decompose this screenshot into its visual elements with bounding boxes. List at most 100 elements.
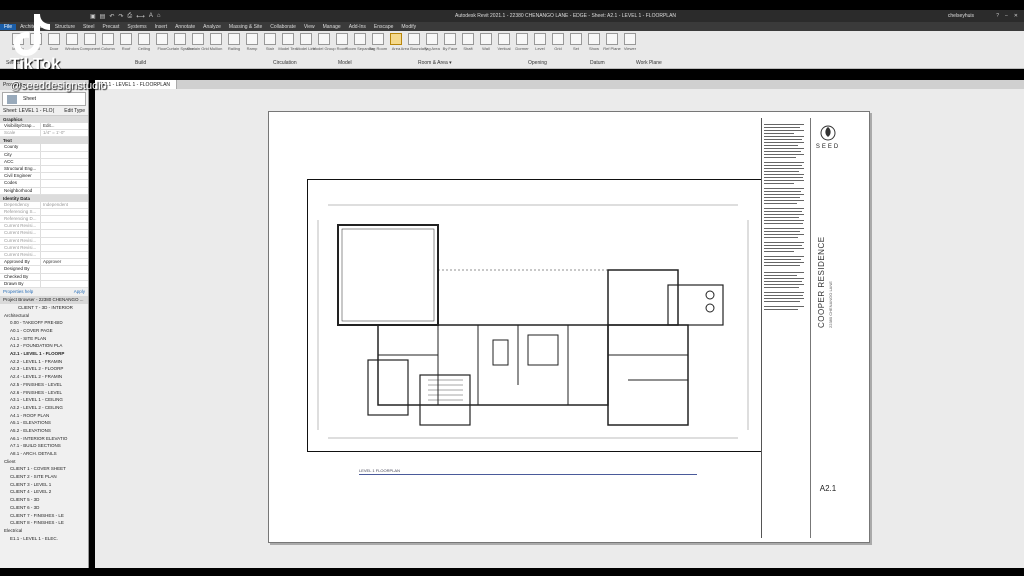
browser-item[interactable]: CLIENT 7 - FINISHES - LE xyxy=(0,512,88,520)
browser-item[interactable]: CLIENT 6 - 3D xyxy=(0,504,88,512)
tool-model-text[interactable]: Model Text xyxy=(278,33,298,57)
browser-item[interactable]: CLIENT 7 - 3D - INTERIOR xyxy=(0,304,88,312)
tool-wall[interactable]: Wall xyxy=(478,33,494,57)
tool-tag-area[interactable]: Tag Area xyxy=(424,33,440,57)
browser-item[interactable]: A2.2 - LEVEL 1 - FRAMIN xyxy=(0,358,88,366)
prop-section-text[interactable]: Text xyxy=(0,137,88,145)
tool-ceiling[interactable]: Ceiling xyxy=(136,33,152,57)
tool-model-line[interactable]: Model Line xyxy=(296,33,316,57)
browser-item[interactable]: A1.1 - SITE PLAN xyxy=(0,335,88,343)
help-icon[interactable]: ? xyxy=(996,13,999,19)
tool-stair[interactable]: Stair xyxy=(262,33,278,57)
tool-window[interactable]: Window xyxy=(64,33,80,57)
tool-railing[interactable]: Railing xyxy=(226,33,242,57)
ribbon-tab-precast[interactable]: Precast xyxy=(98,24,123,30)
ribbon-tab-structure[interactable]: Structure xyxy=(51,24,79,30)
browser-item[interactable]: A6.1 - INTERIOR ELEVATIO xyxy=(0,435,88,443)
prop-value[interactable] xyxy=(40,144,88,151)
measure-icon[interactable]: ⟷ xyxy=(136,13,145,20)
browser-item[interactable]: E1.1 - LEVEL 1 - ELEC. xyxy=(0,535,88,543)
prop-value[interactable] xyxy=(40,187,88,194)
3d-view-icon[interactable]: ⌂ xyxy=(157,13,161,20)
browser-item[interactable]: A7.1 - BUILD SECTIONS xyxy=(0,442,88,450)
tool-curtain-grid[interactable]: Curtain Grid xyxy=(187,33,209,57)
browser-item[interactable]: Client xyxy=(0,458,88,466)
browser-item[interactable]: Architectural xyxy=(0,312,88,320)
tool-vertical[interactable]: Vertical xyxy=(496,33,512,57)
tool-model-group[interactable]: Model Group xyxy=(312,33,336,57)
browser-item[interactable]: Electrical xyxy=(0,527,88,535)
sheet[interactable]: LEVEL 1 FLOORPLAN SEED COOPER RESIDENCE … xyxy=(268,111,870,543)
browser-item[interactable]: A2.4 - LEVEL 2 - FRAMIN xyxy=(0,373,88,381)
tool-ref-plane[interactable]: Ref Plane xyxy=(603,33,621,57)
browser-item[interactable]: A8.1 - ARCH. DETAILS xyxy=(0,450,88,458)
tool-tag-room[interactable]: Tag Room xyxy=(369,33,387,57)
browser-item[interactable]: CLIENT 8 - FINISHES - LE xyxy=(0,519,88,527)
tool-curtain-system[interactable]: Curtain System xyxy=(166,33,194,57)
tool-show[interactable]: Show xyxy=(586,33,602,57)
group-room-area[interactable]: Room & Area ▾ xyxy=(418,60,452,66)
browser-item[interactable]: A3.2 - LEVEL 2 - CEILING xyxy=(0,404,88,412)
tool-room-separator[interactable]: Room Separator xyxy=(345,33,375,57)
browser-item[interactable]: A5.1 - ELEVATIONS xyxy=(0,419,88,427)
undo-icon[interactable]: ↶ xyxy=(109,13,114,20)
prop-value[interactable] xyxy=(40,273,88,280)
tool-level[interactable]: Level xyxy=(532,33,548,57)
browser-item[interactable]: CLIENT 2 - SITE PLAN xyxy=(0,473,88,481)
prop-value[interactable] xyxy=(40,151,88,158)
tool-area[interactable]: Area xyxy=(388,33,404,57)
prop-value[interactable]: Edit... xyxy=(40,123,88,130)
tool-roof[interactable]: Roof xyxy=(118,33,134,57)
tool-dormer[interactable]: Dormer xyxy=(514,33,530,57)
save-icon[interactable]: ▤ xyxy=(100,13,106,20)
ribbon-tab-annotate[interactable]: Annotate xyxy=(171,24,199,30)
print-icon[interactable]: ⎙ xyxy=(127,13,132,20)
ribbon-tab-manage[interactable]: Manage xyxy=(319,24,345,30)
browser-item[interactable]: A5.2 - ELEVATIONS xyxy=(0,427,88,435)
prop-value[interactable] xyxy=(40,280,88,287)
floorplan-viewport[interactable] xyxy=(307,179,762,452)
ribbon-tab-systems[interactable]: Systems xyxy=(123,24,150,30)
tool-viewer[interactable]: Viewer xyxy=(622,33,638,57)
minimize-icon[interactable]: – xyxy=(1005,13,1008,19)
ribbon-tab-collaborate[interactable]: Collaborate xyxy=(266,24,300,30)
redo-icon[interactable]: ↷ xyxy=(118,13,123,20)
tool-room[interactable]: Room xyxy=(334,33,350,57)
tool-component[interactable]: Component xyxy=(80,33,100,57)
tool-grid[interactable]: Grid xyxy=(550,33,566,57)
tool-mullion[interactable]: Mullion xyxy=(208,33,224,57)
ribbon-tab-view[interactable]: View xyxy=(300,24,319,30)
browser-item[interactable]: A1.2 - FOUNDATION PLA xyxy=(0,342,88,350)
browser-item[interactable]: A2.5 - FINISHES - LEVEL xyxy=(0,381,88,389)
tool-by-face[interactable]: By Face xyxy=(442,33,458,57)
user-name[interactable]: chelseyhuis xyxy=(948,13,974,19)
ribbon-tab-massing-site[interactable]: Massing & Site xyxy=(225,24,266,30)
close-icon[interactable]: ✕ xyxy=(1014,13,1018,19)
browser-item[interactable]: A3.1 - LEVEL 1 - CEILING xyxy=(0,396,88,404)
type-selector[interactable]: Sheet xyxy=(2,92,86,106)
browser-item[interactable]: A2.1 - LEVEL 1 - FLOORP xyxy=(0,350,88,358)
browser-item[interactable]: A0.1 - COVER PAGE xyxy=(0,327,88,335)
ribbon-tab-modify[interactable]: Modify xyxy=(397,24,420,30)
tool-column[interactable]: Column xyxy=(100,33,116,57)
tool-ramp[interactable]: Ramp xyxy=(244,33,260,57)
browser-item[interactable]: CLIENT 1 - COVER SHEET xyxy=(0,465,88,473)
browser-item[interactable]: CLIENT 5 - 3D xyxy=(0,496,88,504)
prop-value[interactable] xyxy=(40,173,88,180)
browser-item[interactable]: A2.6 - FINISHES - LEVEL xyxy=(0,389,88,397)
prop-value[interactable] xyxy=(40,180,88,187)
instance-label[interactable]: Sheet: LEVEL 1 - FLO( xyxy=(3,108,54,115)
tool-floor[interactable]: Floor xyxy=(154,33,170,57)
open-icon[interactable]: ▣ xyxy=(90,13,96,20)
browser-item[interactable]: 0.00 - TAKEOFF PRE-BID xyxy=(0,319,88,327)
browser-item[interactable]: A4.1 - ROOF PLAN xyxy=(0,412,88,420)
view-tab[interactable]: A2.1 - LEVEL 1 - FLOORPLAN xyxy=(95,80,178,89)
prop-section-identity-data[interactable]: Identity Data xyxy=(0,194,88,202)
apply-button[interactable]: Apply xyxy=(74,289,85,294)
ribbon-tab-enscape[interactable]: Enscape xyxy=(370,24,397,30)
prop-section-graphics[interactable]: Graphics xyxy=(0,116,88,123)
text-icon[interactable]: A xyxy=(149,13,153,20)
browser-item[interactable]: CLIENT 4 - LEVEL 2 xyxy=(0,488,88,496)
tool-area-boundary[interactable]: Area Boundary xyxy=(401,33,427,57)
prop-value[interactable]: Approver xyxy=(40,259,88,266)
